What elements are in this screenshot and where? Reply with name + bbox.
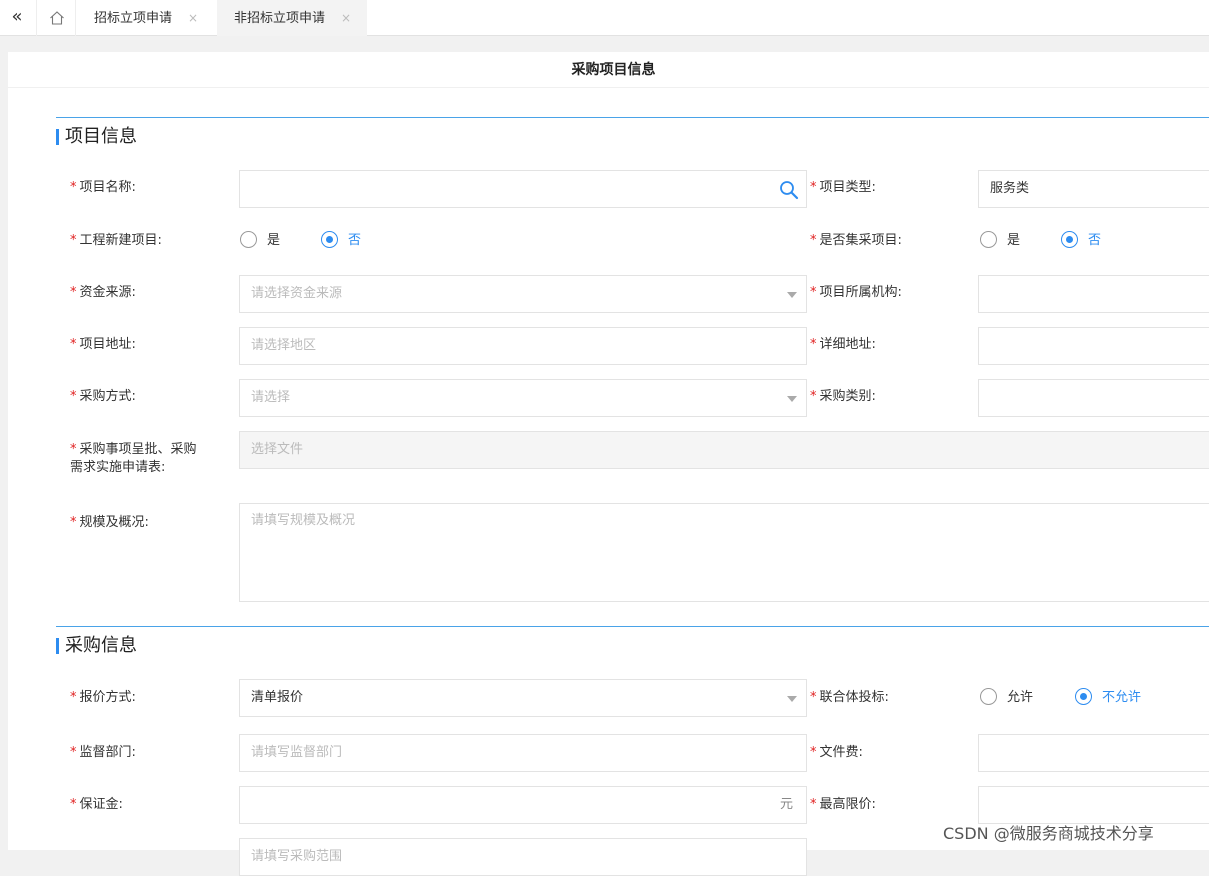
detail-address-input[interactable] [978,327,1209,365]
panel-title: 采购项目信息 [8,52,1209,88]
consortium-label: * 联合体投标: [810,690,889,705]
home-icon [50,11,64,25]
double-chevron-left-icon[interactable]: « [6,7,28,29]
org-input[interactable] [978,275,1209,313]
radio-circle [980,231,997,248]
watermark: CSDN @微服务商城技术分享 [943,824,1154,843]
procurement-category-label: * 采购类别: [810,389,876,404]
max-price-label: * 最高限价: [810,797,876,812]
quote-method-label: * 报价方式: [70,690,136,705]
project-name-label: * 项目名称: [70,180,136,195]
fund-source-select[interactable]: 请选择资金来源 [239,275,807,313]
section-divider [56,117,1209,118]
doc-fee-label: * 文件费: [810,745,863,760]
radio-circle [240,231,257,248]
caret-down-icon [787,396,797,402]
section-divider [56,626,1209,627]
radio-circle [1061,231,1078,248]
caret-down-icon [787,696,797,702]
doc-fee-input[interactable] [978,734,1209,772]
deposit-unit: 元 [779,797,793,812]
radio-circle [980,688,997,705]
file-chooser[interactable]: 选择文件 [239,431,1209,469]
tab-bar: « 招标立项申请 × 非招标立项申请 × [0,0,1209,36]
caret-down-icon [787,292,797,298]
project-name-input[interactable] [239,170,807,208]
section-title-project-info: 项目信息 [56,126,137,148]
consortium-radio-allow[interactable]: 允许 [980,688,1033,707]
search-icon[interactable] [778,179,800,201]
scale-label: * 规模及概况: [70,515,149,530]
new-construction-radio-yes[interactable]: 是 [240,231,280,250]
project-type-label: * 项目类型: [810,180,876,195]
home-tab[interactable] [36,0,76,36]
close-icon[interactable]: × [341,11,351,25]
tab-non-bidding-application[interactable]: 非招标立项申请 × [217,0,367,36]
form-panel: 采购项目信息 项目信息 * 项目名称: * 项目类型: 服务类 * 工程新建项目: 是… [8,52,1209,876]
centralized-label: * 是否集采项目: [810,233,902,248]
close-icon[interactable]: × [188,11,198,25]
quote-method-select[interactable]: 清单报价 [239,679,807,717]
max-price-input[interactable] [978,786,1209,824]
tab-label: 招标立项申请 [94,11,173,26]
consortium-radio-disallow[interactable]: 不允许 [1075,688,1141,707]
deposit-label: * 保证金: [70,797,123,812]
tab-bidding-application[interactable]: 招标立项申请 × [77,0,217,36]
procurement-method-label: * 采购方式: [70,389,136,404]
org-label: * 项目所属机构: [810,285,902,300]
procurement-scope-input[interactable]: 请填写采购范围 [239,838,807,876]
procurement-method-select[interactable]: 请选择 [239,379,807,417]
radio-circle [321,231,338,248]
centralized-radio-yes[interactable]: 是 [980,231,1020,250]
address-label: * 项目地址: [70,337,136,352]
supervisor-label: * 监督部门: [70,745,136,760]
supervisor-input[interactable]: 请填写监督部门 [239,734,807,772]
fund-source-label: * 资金来源: [70,285,136,300]
attachment-label: * 采购事项呈批、采购 需求实施申请表: [70,442,197,475]
detail-address-label: * 详细地址: [810,337,876,352]
region-select[interactable]: 请选择地区 [239,327,807,365]
procurement-category-select[interactable] [978,379,1209,417]
radio-circle [1075,688,1092,705]
centralized-radio-no[interactable]: 否 [1061,231,1101,250]
deposit-input[interactable]: 元 [239,786,807,824]
section-title-procurement-info: 采购信息 [56,635,137,657]
project-type-field[interactable]: 服务类 [978,170,1209,208]
scale-textarea[interactable]: 请填写规模及概况 [239,503,1209,602]
tab-label: 非招标立项申请 [234,11,326,26]
new-construction-radio-no[interactable]: 否 [321,231,361,250]
new-construction-label: * 工程新建项目: [70,233,162,248]
